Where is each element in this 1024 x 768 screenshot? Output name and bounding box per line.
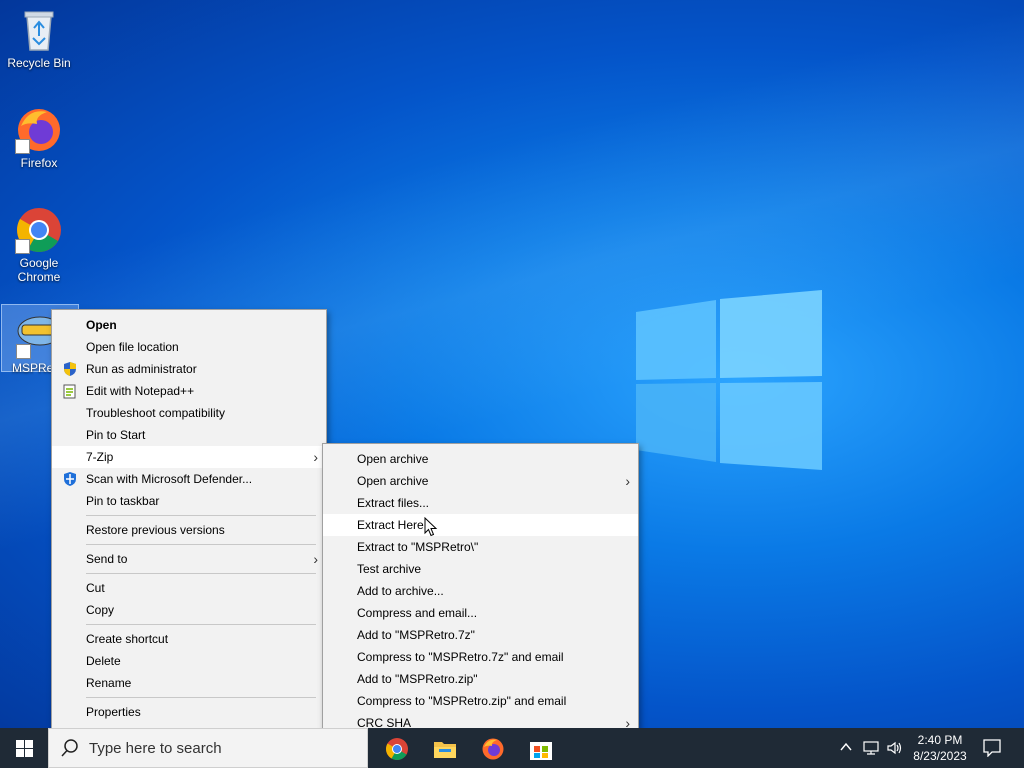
defender-icon — [64, 472, 76, 486]
menu-separator — [86, 544, 316, 545]
menu-item-7-zip[interactable]: 7-Zip › — [52, 446, 326, 468]
menu-item-open[interactable]: Open — [52, 314, 326, 336]
submenu-item-compress-and-email[interactable]: Compress and email... — [323, 602, 638, 624]
volume-icon[interactable] — [886, 740, 902, 756]
taskbar-search-box[interactable]: Type here to search — [48, 728, 368, 768]
shortcut-arrow-icon — [15, 139, 30, 154]
recycle-bin-icon — [15, 6, 63, 54]
taskbar-app-microsoft-store[interactable] — [516, 728, 564, 768]
start-button[interactable] — [0, 728, 48, 768]
firefox-icon — [482, 738, 504, 760]
submenu-item-test-archive[interactable]: Test archive — [323, 558, 638, 580]
submenu-item-add-to-zip[interactable]: Add to "MSPRetro.zip" — [323, 668, 638, 690]
menu-separator — [86, 697, 316, 698]
menu-item-send-to[interactable]: Send to › — [52, 548, 326, 570]
submenu-item-extract-to-folder[interactable]: Extract to "MSPRetro\" — [323, 536, 638, 558]
desktop-icon-recycle-bin[interactable]: Recycle Bin — [1, 6, 77, 70]
submenu-item-open-archive-more[interactable]: Open archive › — [323, 470, 638, 492]
submenu-item-extract-here[interactable]: Extract Here — [323, 514, 638, 537]
menu-item-create-shortcut[interactable]: Create shortcut — [52, 628, 326, 650]
desktop-icon-label: Firefox — [20, 156, 58, 170]
menu-item-troubleshoot-compatibility[interactable]: Troubleshoot compatibility — [52, 402, 326, 424]
taskbar-app-chrome[interactable] — [372, 728, 420, 768]
taskbar-clock[interactable]: 2:40 PM 8/23/2023 — [904, 732, 976, 764]
menu-item-open-file-location[interactable]: Open file location — [52, 336, 326, 358]
search-icon — [61, 739, 78, 757]
menu-item-pin-to-taskbar[interactable]: Pin to taskbar — [52, 490, 326, 512]
firefox-icon — [15, 106, 63, 154]
windows-start-icon — [16, 740, 33, 757]
menu-separator — [86, 573, 316, 574]
notification-icon[interactable] — [983, 739, 1001, 757]
taskbar-app-file-explorer[interactable] — [420, 728, 468, 768]
menu-item-properties[interactable]: Properties — [52, 701, 326, 723]
file-explorer-icon — [434, 742, 456, 758]
menu-item-edit-with-notepad-plus-plus[interactable]: Edit with Notepad++ — [52, 380, 326, 402]
mouse-cursor-icon — [424, 517, 438, 537]
menu-item-copy[interactable]: Copy — [52, 599, 326, 621]
taskbar-app-firefox[interactable] — [468, 728, 516, 768]
submenu-item-extract-files[interactable]: Extract files... — [323, 492, 638, 514]
clock-time: 2:40 PM — [917, 733, 963, 747]
shield-icon — [64, 362, 76, 376]
context-menu: Open Open file location Run as administr… — [51, 309, 327, 729]
desktop-icon-label: Google Chrome — [17, 256, 61, 284]
submenu-item-add-to-archive[interactable]: Add to archive... — [323, 580, 638, 602]
menu-separator — [86, 624, 316, 625]
submenu-item-compress-7z-email[interactable]: Compress to "MSPRetro.7z" and email — [323, 646, 638, 668]
menu-item-rename[interactable]: Rename — [52, 672, 326, 694]
windows-logo-wallpaper — [636, 290, 822, 470]
shortcut-arrow-icon — [16, 344, 31, 359]
menu-item-pin-to-start[interactable]: Pin to Start — [52, 424, 326, 446]
network-icon[interactable] — [863, 740, 879, 756]
submenu-item-open-archive[interactable]: Open archive — [323, 448, 638, 470]
chevron-right-icon: › — [313, 551, 318, 567]
search-placeholder: Type here to search — [89, 740, 222, 757]
submenu-7-zip: Open archive Open archive › Extract file… — [322, 443, 639, 738]
submenu-item-compress-zip-email[interactable]: Compress to "MSPRetro.zip" and email — [323, 690, 638, 712]
menu-item-restore-previous-versions[interactable]: Restore previous versions — [52, 519, 326, 541]
menu-item-cut[interactable]: Cut — [52, 577, 326, 599]
desktop-icon-firefox[interactable]: Firefox — [1, 106, 77, 170]
submenu-item-add-to-7z[interactable]: Add to "MSPRetro.7z" — [323, 624, 638, 646]
menu-item-run-as-administrator[interactable]: Run as administrator — [52, 358, 326, 380]
clock-date: 8/23/2023 — [913, 749, 967, 763]
chrome-icon — [386, 738, 408, 760]
desktop-icon-label: Recycle Bin — [7, 56, 71, 70]
shortcut-arrow-icon — [15, 239, 30, 254]
desktop-icon-google-chrome[interactable]: Google Chrome — [1, 206, 77, 284]
menu-item-delete[interactable]: Delete — [52, 650, 326, 672]
chevron-right-icon: › — [625, 473, 630, 489]
taskbar: Type here to search 2:40 PM 8/23/2023 — [0, 728, 1024, 768]
chevron-right-icon: › — [313, 449, 318, 465]
menu-separator — [86, 515, 316, 516]
notepad-plus-plus-icon — [63, 384, 76, 399]
chrome-icon — [15, 206, 63, 254]
chevron-up-icon[interactable] — [840, 742, 852, 752]
menu-item-scan-with-defender[interactable]: Scan with Microsoft Defender... — [52, 468, 326, 490]
microsoft-store-icon — [530, 742, 552, 760]
